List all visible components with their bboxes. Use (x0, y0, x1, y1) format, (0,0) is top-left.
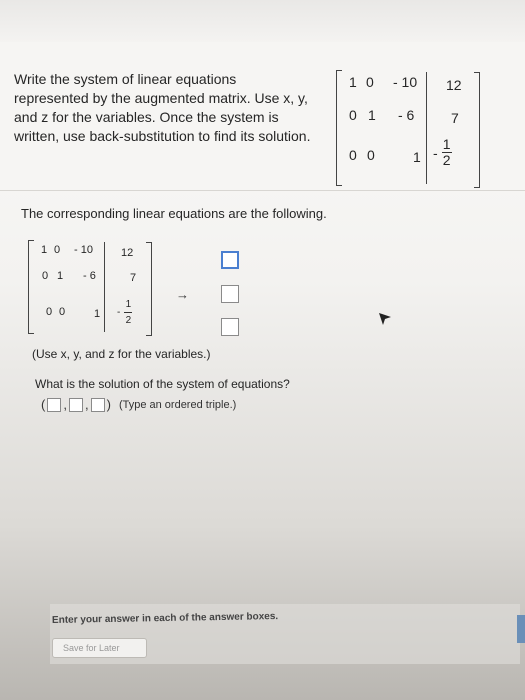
matrix-fraction: - 12 (117, 299, 133, 326)
variables-note: (Use x, y, and z for the variables.) (32, 347, 211, 361)
matrix-cell: 0 (54, 244, 61, 256)
matrix-cell: 7 (130, 272, 137, 284)
ordered-triple-input: ( , , ) (Type an ordered triple.) (41, 397, 236, 412)
comma-separator: , (63, 397, 67, 412)
matrix-cell: 0 (46, 306, 53, 318)
equation-1-input[interactable] (221, 251, 239, 269)
side-tab[interactable] (517, 615, 525, 643)
triple-z-input[interactable] (90, 397, 105, 412)
equation-3-input[interactable] (221, 318, 239, 336)
mouse-cursor-icon (378, 312, 392, 331)
matrix-cell: 1 (57, 270, 64, 282)
matrix-cell: - 6 (83, 270, 96, 282)
triple-y-input[interactable] (68, 397, 83, 412)
matrix-cell: - 10 (74, 244, 93, 256)
open-paren: ( (41, 397, 46, 412)
transform-arrow: → (176, 287, 189, 302)
comma-separator: , (84, 397, 89, 412)
matrix-cell: 0 (42, 270, 49, 282)
matrix-augment-line (104, 242, 105, 332)
triple-hint: (Type an ordered triple.) (118, 398, 237, 411)
work-matrix: 1 0 - 10 12 0 1 - 6 7 0 0 1 - 12 (0, 0, 525, 340)
matrix-cell: 1 (94, 308, 101, 320)
close-paren: ) (106, 397, 111, 412)
matrix-left-bracket (28, 240, 34, 334)
matrix-cell: 12 (121, 247, 134, 259)
matrix-right-bracket (146, 242, 152, 336)
triple-x-input[interactable] (47, 397, 62, 412)
save-for-later-button[interactable]: Save for Later (52, 638, 147, 658)
solution-question: What is the solution of the system of eq… (35, 377, 290, 391)
matrix-cell: 0 (59, 306, 66, 318)
matrix-cell: 1 (41, 244, 48, 256)
equation-2-input[interactable] (221, 285, 239, 303)
